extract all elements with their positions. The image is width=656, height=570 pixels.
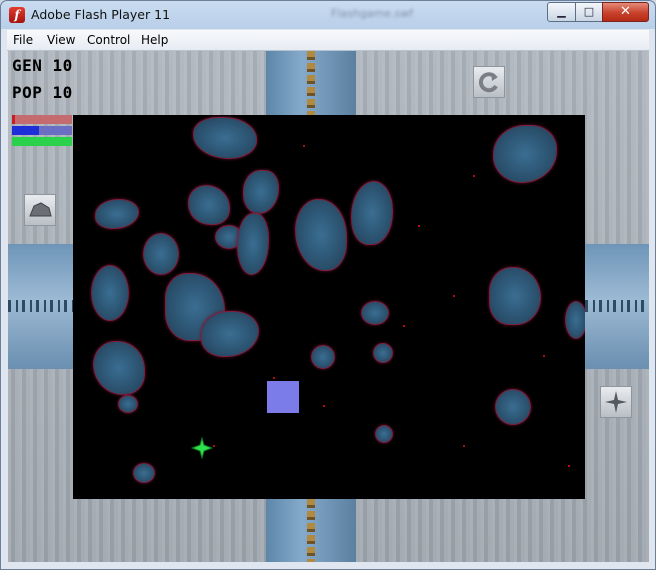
flash-app-icon: f bbox=[9, 7, 25, 23]
food-speck bbox=[273, 377, 275, 379]
flash-stage: GEN 10 POP 10 bbox=[8, 51, 649, 562]
red-bar bbox=[12, 115, 72, 124]
food-speck bbox=[453, 295, 455, 297]
obstacle bbox=[95, 199, 139, 229]
blurred-title-text: Flashgame.swf bbox=[331, 7, 414, 20]
obstacle bbox=[188, 185, 230, 225]
obstacle bbox=[243, 170, 279, 214]
obstacle bbox=[93, 341, 145, 395]
food-speck bbox=[303, 145, 305, 147]
bottom-pillar bbox=[266, 499, 356, 562]
right-band bbox=[585, 244, 649, 369]
window-title: Adobe Flash Player 11 bbox=[31, 7, 171, 22]
spark-tool-icon bbox=[605, 391, 627, 413]
food-speck bbox=[543, 355, 545, 357]
close-button[interactable]: ✕ bbox=[602, 2, 649, 22]
app-window: f Adobe Flash Player 11 Flashgame.swf ▁ … bbox=[0, 0, 656, 570]
menu-view[interactable]: View bbox=[47, 33, 75, 47]
population-counter: POP 10 bbox=[12, 83, 73, 102]
generation-counter: GEN 10 bbox=[12, 56, 73, 75]
player-square[interactable] bbox=[267, 381, 299, 413]
restart-button[interactable] bbox=[473, 66, 505, 98]
food-speck bbox=[463, 445, 465, 447]
spark-tool-button[interactable] bbox=[600, 386, 632, 418]
obstacle bbox=[193, 117, 257, 159]
obstacle bbox=[91, 265, 129, 321]
menu-control[interactable]: Control bbox=[87, 33, 130, 47]
green-bar bbox=[12, 137, 72, 146]
obstacle bbox=[237, 213, 269, 275]
minimize-button[interactable]: ▁ bbox=[547, 2, 576, 22]
menu-bar: File View Control Help bbox=[7, 30, 649, 51]
restart-icon bbox=[478, 72, 498, 93]
maximize-button[interactable]: □ bbox=[575, 2, 603, 22]
game-area[interactable] bbox=[73, 115, 585, 499]
food-speck bbox=[418, 225, 420, 227]
obstacle bbox=[118, 395, 138, 413]
obstacle bbox=[489, 267, 541, 325]
obstacle bbox=[495, 389, 531, 425]
rock-tool-icon bbox=[29, 202, 52, 217]
obstacle bbox=[493, 125, 557, 183]
left-band bbox=[8, 244, 73, 369]
obstacle bbox=[143, 233, 179, 275]
blue-bar bbox=[12, 126, 72, 135]
menu-file[interactable]: File bbox=[13, 33, 33, 47]
obstacle bbox=[295, 199, 347, 271]
obstacle bbox=[133, 463, 155, 483]
food-speck bbox=[213, 445, 215, 447]
green-cell-creature bbox=[191, 437, 213, 459]
top-pillar bbox=[266, 51, 356, 115]
rock-tool-button[interactable] bbox=[24, 194, 56, 226]
food-speck bbox=[323, 405, 325, 407]
menu-help[interactable]: Help bbox=[141, 33, 168, 47]
obstacle bbox=[201, 311, 259, 357]
obstacle bbox=[375, 425, 393, 443]
food-speck bbox=[568, 465, 570, 467]
obstacle bbox=[351, 181, 393, 245]
food-speck bbox=[473, 175, 475, 177]
obstacle bbox=[311, 345, 335, 369]
food-speck bbox=[403, 325, 405, 327]
obstacle bbox=[361, 301, 389, 325]
title-bar[interactable]: f Adobe Flash Player 11 Flashgame.swf ▁ … bbox=[1, 1, 655, 29]
obstacle bbox=[565, 301, 585, 339]
obstacle bbox=[373, 343, 393, 363]
